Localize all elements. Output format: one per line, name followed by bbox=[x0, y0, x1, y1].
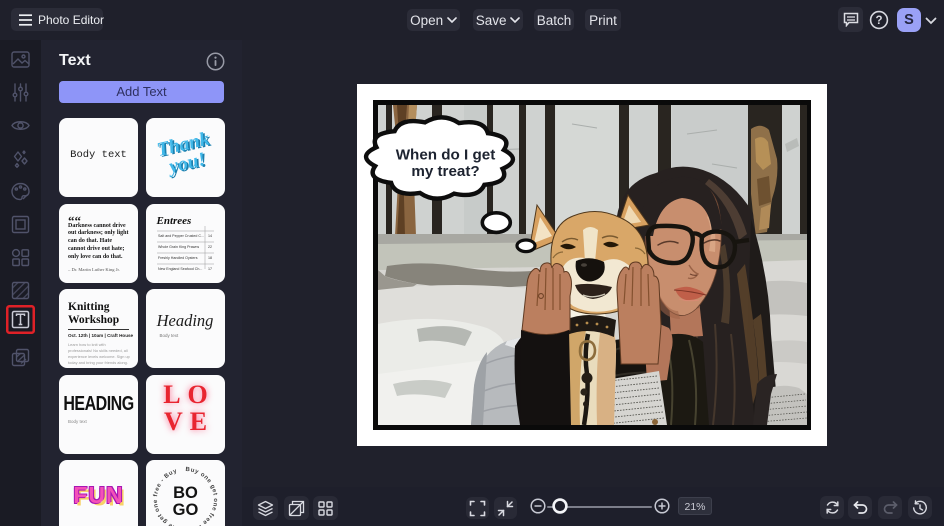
svg-text:14: 14 bbox=[208, 234, 212, 238]
svg-text:BO: BO bbox=[173, 484, 198, 502]
svg-text:Whole Grain King Prawns: Whole Grain King Prawns bbox=[158, 245, 199, 249]
svg-text:18: 18 bbox=[208, 256, 212, 260]
svg-text:GO: GO bbox=[172, 501, 198, 519]
svg-text:my treat?: my treat? bbox=[411, 163, 479, 180]
svg-text:New England Seafood Ch...: New England Seafood Ch... bbox=[158, 267, 202, 271]
svg-text:22: 22 bbox=[208, 245, 212, 249]
svg-text:17: 17 bbox=[208, 267, 212, 271]
svg-text:?: ? bbox=[875, 15, 882, 27]
svg-text:Salt and Pepper Crusted C...: Salt and Pepper Crusted C... bbox=[158, 234, 204, 238]
svg-text:When do I get: When do I get bbox=[396, 147, 496, 164]
svg-text:Freshly Handled Oysters: Freshly Handled Oysters bbox=[158, 256, 198, 260]
